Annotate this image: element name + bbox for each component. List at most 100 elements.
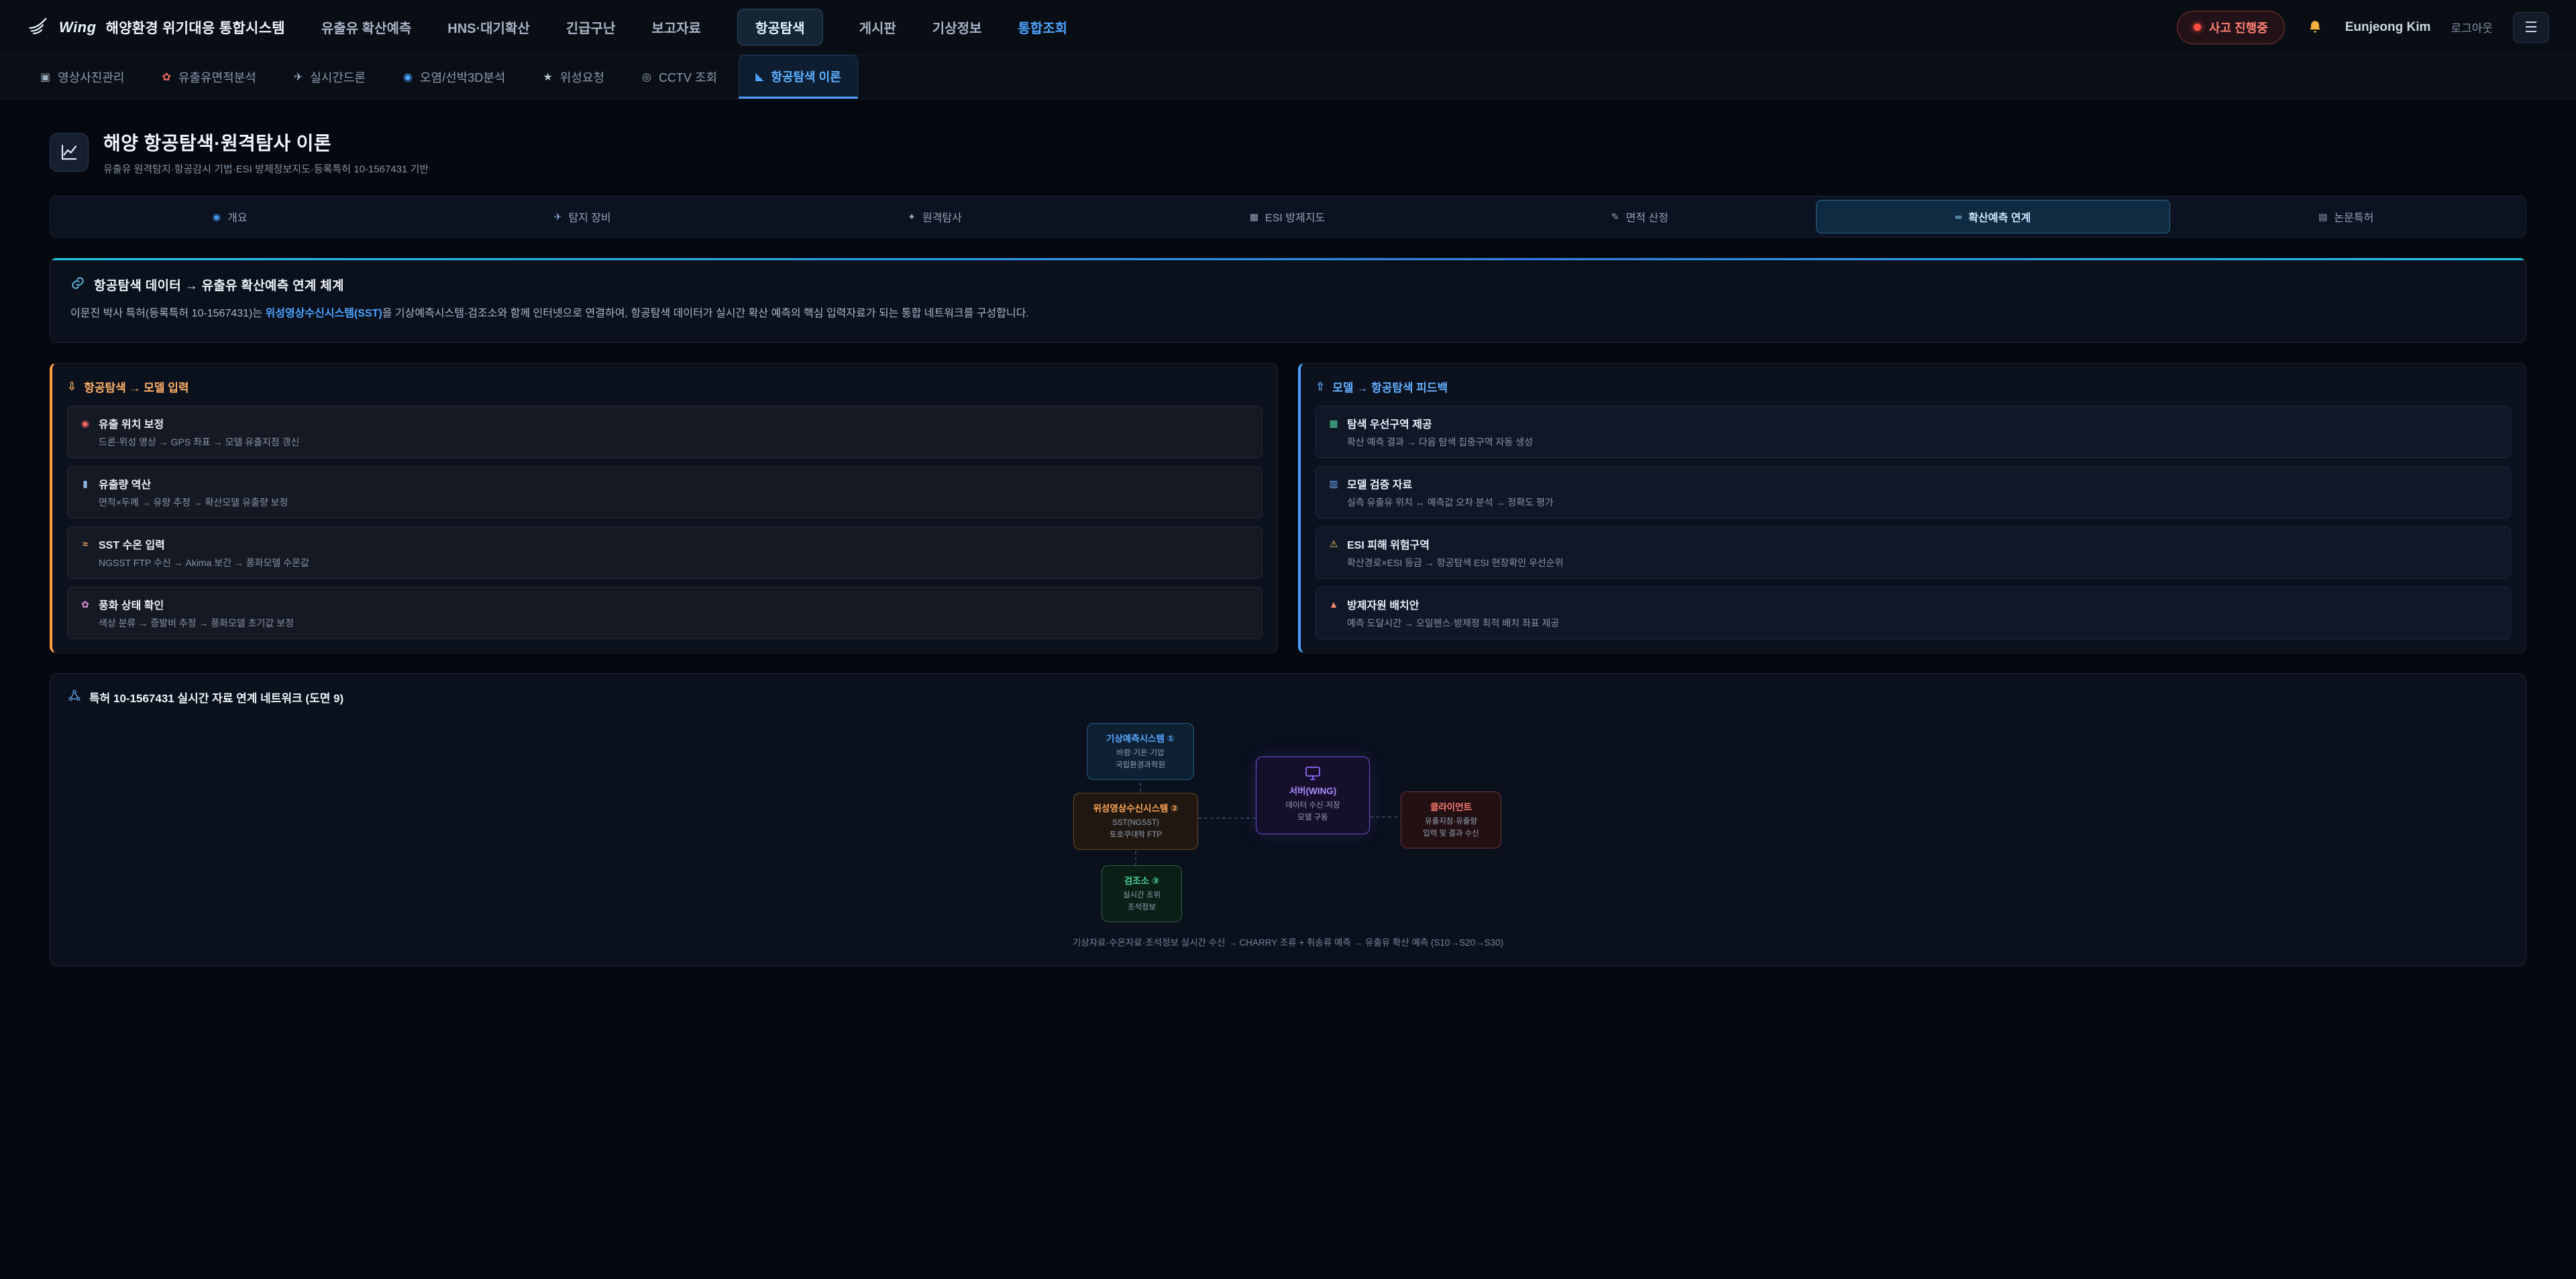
palette-icon: ✿ [78,599,92,610]
satellite-icon: ★ [543,70,552,84]
list-item-esi-risk-zone: ⚠ ESI 피해 위험구역 확산경로×ESI 등급 → 항공탐색 ESI 현장확… [1316,526,2511,579]
item-title-row: ◉ 유출 위치 보정 [78,415,1251,431]
topnav-item-weather[interactable]: 기상정보 [932,9,982,45]
item-description: 면적×두께 → 유량 추정 → 확산모델 유출량 보정 [99,496,1251,509]
item-title-row: ▲ 방제자원 배치안 [1327,596,2500,612]
item-description: 색상 분류 → 증발비 추정 → 풍화모델 초기값 보정 [99,616,1251,630]
node-line: 실시간 조위 [1110,890,1173,902]
subnav-label: 유출유면적분석 [178,68,256,86]
user-name: Eunjeong Kim [2345,20,2431,35]
network-heading-row: 특허 10-1567431 실시간 자료 연계 네트워크 (도면 9) [68,689,2508,706]
wing-logo-icon [27,15,50,39]
tab-detection-equipment[interactable]: ✈ 탐지 장비 [406,200,758,233]
item-title: 탐색 우선구역 제공 [1347,415,1432,431]
topnav-item-board[interactable]: 게시판 [859,9,896,45]
node-title: 기상예측시스템 ① [1095,731,1185,744]
barrel-icon: ▮ [78,478,92,490]
page-title: 해양 항공탐색·원격탐사 이론 [103,129,429,156]
card-title: 항공탐색 → 모델 입력 [84,378,189,395]
overview-icon: ◉ [213,211,221,223]
subnav-item-satellite-request[interactable]: ★ 위성요청 [527,55,621,99]
brand-name: Wing [59,19,97,36]
node-wing-server: 서버(WING) 데이터 수신·저장 모델 구동 [1256,757,1370,834]
notification-bell-icon[interactable] [2305,17,2325,38]
map-icon: ▦ [1250,211,1258,223]
topnav-item-hns[interactable]: HNS·대기확산 [447,9,530,45]
tab-label: 원격탐사 [922,209,962,225]
list-item-model-validation: ▥ 모델 검증 자료 실측 유출유 위치 ↔ 예측값 오차 분석 → 정확도 평… [1316,466,2511,518]
node-line: 모델 구동 [1265,812,1361,824]
page-subtitle: 유출유 원격탐지·항공감시 기법·ESI 방제정보지도·등록특허 10-1567… [103,162,429,176]
node-line: 토호쿠대학 FTP [1082,830,1189,842]
sst-system-link[interactable]: 위성영상수신시스템(SST) [266,308,382,319]
network-diagram: 기상예측시스템 ① 바람·기온·기압 국립환경과학원 위성영상수신시스템 ② S… [1073,723,1503,924]
tab-area-calculation[interactable]: ✎ 면적 산정 [1464,200,1816,233]
topnav-item-integrated-search[interactable]: 통합조회 [1018,9,1067,45]
subnav-item-theory[interactable]: ◣ 항공탐색 이론 [739,55,858,99]
tab-papers-patents[interactable]: ▤ 논문특허 [2170,200,2522,233]
model-feedback-card-header: ⇧ 모델 → 항공탐색 피드백 [1316,378,2511,395]
node-title: 위성영상수신시스템 ② [1082,801,1189,814]
subnav-label: 영상사진관리 [58,68,124,86]
ship-3d-icon: ◉ [403,70,413,84]
subnav-item-image-management[interactable]: ▣ 영상사진관리 [24,55,140,99]
tab-label: 개요 [227,209,247,225]
item-title: 방제자원 배치안 [1347,596,1419,612]
sub-navigation-bar: ▣ 영상사진관리 ✿ 유출유면적분석 ✈ 실시간드론 ◉ 오염/선박3D분석 ★… [0,55,2576,99]
item-title: SST 수온 입력 [99,536,165,552]
hamburger-menu-button[interactable]: ☰ [2513,12,2549,43]
topnav-right-cluster: 사고 진행중 Eunjeong Kim 로그아웃 ☰ [2177,11,2549,44]
topnav-item-spill-prediction[interactable]: 유출유 확산예측 [321,9,411,45]
topnav-item-rescue[interactable]: 긴급구난 [566,9,616,45]
item-description: 확산경로×ESI 등급 → 항공탐색 ESI 현장확인 우선순위 [1347,556,2500,569]
thermometer-icon: ≈ [78,539,92,549]
item-title: 모델 검증 자료 [1347,476,1412,492]
item-title-row: ▥ 모델 검증 자료 [1327,476,2500,492]
subnav-item-ship-3d[interactable]: ◉ 오염/선박3D분석 [387,55,521,99]
node-line: SST(NGSST) [1082,818,1189,830]
item-title-row: ≈ SST 수온 입력 [78,536,1251,552]
ship-icon: ▲ [1327,599,1340,610]
linkage-heading: 항공탐색 데이터 → 유출유 확산예측 연계 체계 [94,276,344,294]
incident-status-badge[interactable]: 사고 진행중 [2177,11,2285,44]
topnav-item-reports[interactable]: 보고자료 [651,9,701,45]
subnav-item-area-analysis[interactable]: ✿ 유출유면적분석 [146,55,272,99]
item-title-row: ▮ 유출량 역산 [78,476,1251,492]
inbox-icon: ⇩ [67,380,76,394]
theory-chart-icon: ◣ [755,70,763,83]
tab-label: ESI 방제지도 [1265,209,1325,225]
node-line: 국립환경과학원 [1095,760,1185,772]
tab-prediction-linkage[interactable]: ∞ 확산예측 연계 [1816,200,2169,233]
subnav-label: 위성요청 [560,68,604,86]
node-line: 바람·기온·기압 [1095,748,1185,760]
outbox-icon: ⇧ [1316,380,1325,394]
node-title: 클라이언트 [1409,799,1493,813]
card-title: 모델 → 항공탐색 피드백 [1332,378,1448,395]
tab-label: 논문특허 [2334,209,2373,225]
top-navigation-bar: Wing 해양환경 위기대응 통합시스템 유출유 확산예측 HNS·대기확산 긴… [0,0,2576,55]
node-line: 입력 및 결과 수신 [1409,828,1493,840]
subnav-item-cctv[interactable]: ◎ CCTV 조회 [626,55,733,99]
tab-overview[interactable]: ◉ 개요 [54,200,406,233]
model-input-card: ⇩ 항공탐색 → 모델 입력 ◉ 유출 위치 보정 드론·위성 영상 → GPS… [50,363,1278,653]
item-description: NGSST FTP 수신 → Akima 보간 → 풍화모델 수온값 [99,556,1251,569]
network-graph-icon [68,689,81,706]
image-grid-icon: ▣ [40,70,50,84]
tab-remote-sensing[interactable]: ✦ 원격탐사 [759,200,1111,233]
node-tide-station: 검조소 ③ 실시간 조위 조석정보 [1102,865,1182,922]
linkage-cards-row: ⇩ 항공탐색 → 모델 입력 ◉ 유출 위치 보정 드론·위성 영상 → GPS… [50,363,2526,653]
item-description: 확산 예측 결과 → 다음 탐색 집중구역 자동 생성 [1347,435,2500,449]
node-line: 데이터 수신·저장 [1265,800,1361,812]
patent-network-panel: 특허 10-1567431 실시간 자료 연계 네트워크 (도면 9) 기상예측… [50,673,2526,966]
app-logo[interactable]: Wing 해양환경 위기대응 통합시스템 [27,15,285,39]
item-description: 실측 유출유 위치 ↔ 예측값 오차 분석 → 정확도 평가 [1347,496,2500,509]
topnav-item-aerial-search[interactable]: 항공탐색 [737,9,823,46]
logout-button[interactable]: 로그아웃 [2451,19,2493,36]
sensing-icon: ✦ [908,211,916,223]
hamburger-icon: ☰ [2524,19,2538,36]
theory-tab-bar: ◉ 개요 ✈ 탐지 장비 ✦ 원격탐사 ▦ ESI 방제지도 ✎ 면적 산정 ∞… [50,196,2526,237]
tab-esi-map[interactable]: ▦ ESI 방제지도 [1111,200,1463,233]
subnav-item-realtime-drone[interactable]: ✈ 실시간드론 [278,55,382,99]
model-feedback-card: ⇧ 모델 → 항공탐색 피드백 ▦ 탐색 우선구역 제공 확산 예측 결과 → … [1298,363,2526,653]
node-client: 클라이언트 유출지점·유출량 입력 및 결과 수신 [1401,791,1501,848]
